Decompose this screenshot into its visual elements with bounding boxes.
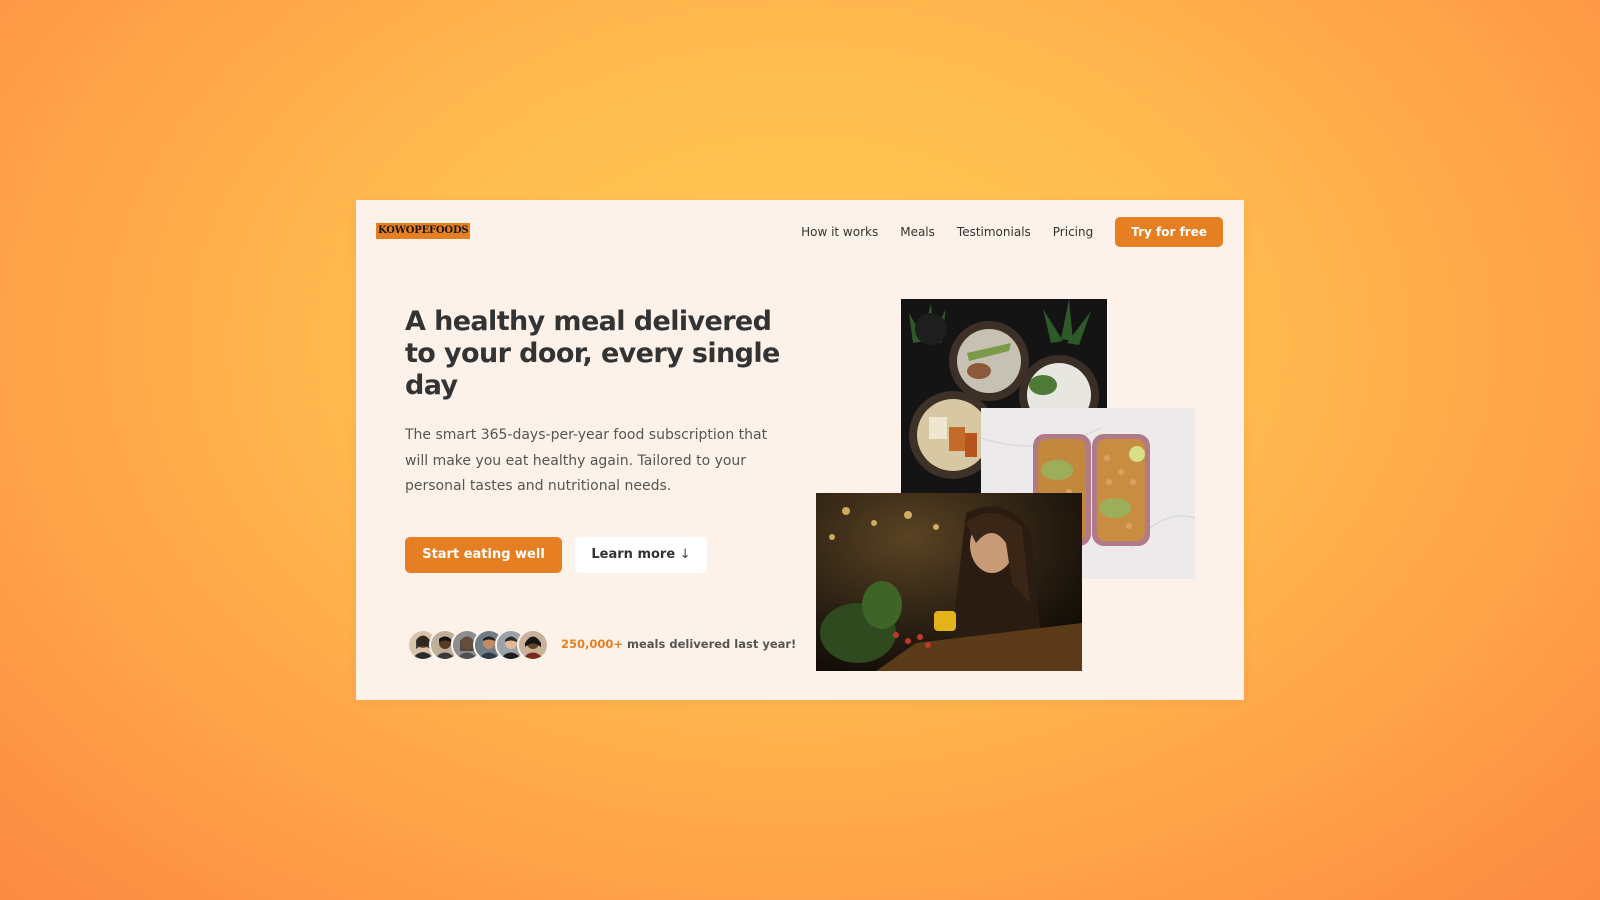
learn-more-button[interactable]: Learn more ↓ bbox=[575, 537, 707, 573]
try-for-free-button[interactable]: Try for free bbox=[1115, 217, 1223, 247]
meals-delivered-count: 250,000+ bbox=[561, 637, 624, 651]
hero-card: KOWOPEFOODS How it works Meals Testimoni… bbox=[356, 200, 1244, 700]
hero-description: The smart 365-days-per-year food subscri… bbox=[405, 427, 768, 494]
learn-more-label: Learn more bbox=[591, 547, 676, 562]
main-nav: How it works Meals Testimonials Pricing … bbox=[779, 217, 1223, 247]
arrow-down-icon: ↓ bbox=[679, 547, 691, 562]
brand-logo[interactable]: KOWOPEFOODS bbox=[376, 223, 471, 239]
nav-link-pricing[interactable]: Pricing bbox=[1053, 225, 1093, 239]
nav-link-testimonials[interactable]: Testimonials bbox=[957, 225, 1031, 239]
nav-link-meals[interactable]: Meals bbox=[900, 225, 935, 239]
meals-delivered-stat: 250,000+ meals delivered last year! bbox=[561, 637, 796, 651]
start-eating-well-button[interactable]: Start eating well bbox=[405, 537, 562, 573]
hero-title: A healthy meal delivered to your door, e… bbox=[405, 306, 780, 401]
nav-link-how-it-works[interactable]: How it works bbox=[801, 225, 878, 239]
avatar bbox=[517, 629, 549, 661]
woman-eating-photo bbox=[816, 493, 1082, 671]
meals-delivered-text: meals delivered last year! bbox=[623, 637, 797, 651]
